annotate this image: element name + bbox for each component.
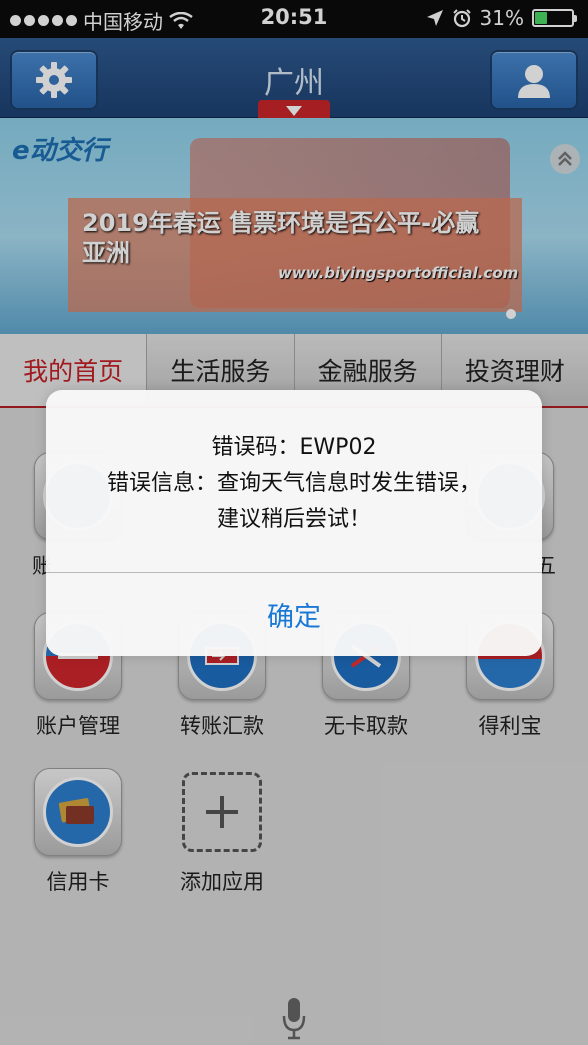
alert-suggestion: 建议稍后尝试！	[216, 507, 371, 532]
confirm-button[interactable]: 确定	[46, 573, 542, 656]
alert-message: 错误码：EWP02 错误信息：查询天气信息时发生错误， 建议稍后尝试！	[46, 430, 542, 538]
alert-error-code: 错误码：EWP02	[211, 435, 377, 460]
alert-error-info: 错误信息：查询天气信息时发生错误，	[106, 471, 481, 496]
error-alert-dialog: 错误码：EWP02 错误信息：查询天气信息时发生错误， 建议稍后尝试！ 确定	[46, 390, 542, 656]
